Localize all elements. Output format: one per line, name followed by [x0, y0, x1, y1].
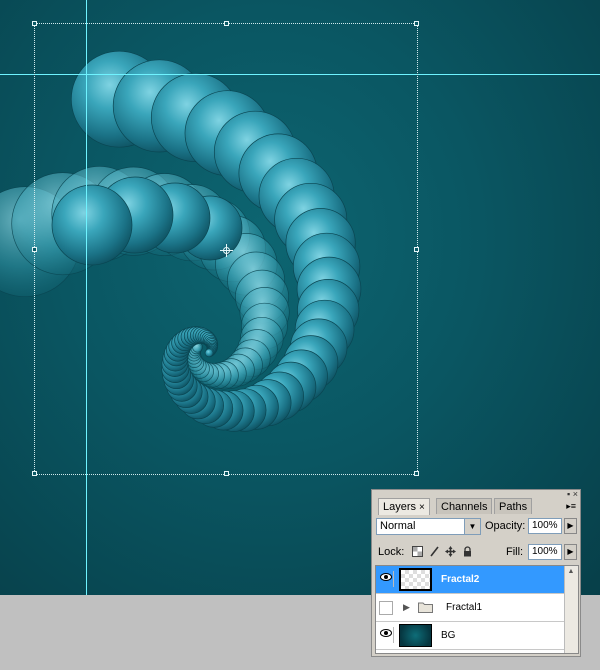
chevron-down-icon[interactable]: ▼: [464, 519, 480, 534]
brush-icon[interactable]: [428, 546, 440, 558]
opacity-input[interactable]: 100%: [528, 518, 562, 534]
handle-bottom-center[interactable]: [224, 471, 229, 476]
tab-paths[interactable]: Paths: [494, 498, 533, 514]
folder-icon: [418, 601, 433, 616]
handle-top-left[interactable]: [32, 21, 37, 26]
pivot-point-icon[interactable]: [220, 244, 233, 257]
handle-bottom-left[interactable]: [32, 471, 37, 476]
panel-tabs: Layers × Channels Paths: [376, 498, 578, 515]
fill-label: Fill:: [506, 546, 524, 558]
close-icon[interactable]: ×: [419, 502, 425, 513]
layer-thumbnail: [399, 624, 432, 647]
tab-channels-label: Channels: [441, 501, 488, 513]
panel-window-buttons[interactable]: ▪ ×: [567, 490, 578, 499]
handle-middle-right[interactable]: [414, 247, 419, 252]
layer-row-fractal1[interactable]: ▶ Fractal1: [376, 594, 566, 622]
layers-list: Fractal2 ▶ Fractal1 BG ▲: [375, 565, 579, 654]
layer-name[interactable]: Fractal1: [446, 594, 482, 621]
lock-label: Lock:: [378, 546, 405, 558]
handle-middle-left[interactable]: [32, 247, 37, 252]
opacity-label: Opacity:: [485, 520, 526, 532]
eye-toggle-empty[interactable]: [379, 601, 393, 615]
layers-panel: ▪ × Layers × Channels Paths ▸≡ Normal ▼ O…: [371, 489, 581, 657]
handle-top-right[interactable]: [414, 21, 419, 26]
tab-channels[interactable]: Channels: [436, 498, 493, 514]
lock-fill-row: Lock: Fill: 100% ▶: [376, 544, 578, 562]
handle-top-center[interactable]: [224, 21, 229, 26]
blend-opacity-row: Normal ▼ Opacity: 100% ▶: [376, 518, 578, 536]
tab-paths-label: Paths: [499, 501, 528, 513]
tab-layers-label: Layers: [383, 501, 417, 513]
fill-spinner[interactable]: ▶: [564, 544, 577, 560]
triangle-right-icon: ▶: [567, 547, 574, 556]
triangle-right-icon: ▶: [567, 521, 574, 530]
layer-thumbnail: [399, 568, 432, 591]
eye-icon[interactable]: [378, 571, 394, 587]
layers-scrollbar[interactable]: ▲: [564, 566, 578, 653]
scroll-up-icon[interactable]: ▲: [565, 566, 577, 578]
triangle-right-icon[interactable]: ▶: [403, 602, 410, 613]
panel-menu-button[interactable]: ▸≡: [566, 501, 576, 512]
fill-input[interactable]: 100%: [528, 544, 562, 560]
tab-layers[interactable]: Layers ×: [378, 498, 430, 515]
eye-icon[interactable]: [378, 627, 394, 643]
opacity-spinner[interactable]: ▶: [564, 518, 577, 534]
layer-name[interactable]: Fractal2: [441, 566, 479, 593]
layer-row-fractal2[interactable]: Fractal2: [376, 566, 566, 594]
layer-name[interactable]: BG: [441, 622, 455, 649]
panel-title-bar[interactable]: ▪ ×: [372, 490, 580, 499]
padlock-icon[interactable]: [461, 546, 473, 558]
handle-bottom-right[interactable]: [414, 471, 419, 476]
layer-row-bg[interactable]: BG: [376, 622, 566, 650]
lock-transparent-icon[interactable]: [411, 546, 423, 558]
blend-mode-select[interactable]: Normal ▼: [376, 518, 481, 535]
blend-mode-value: Normal: [380, 520, 416, 532]
move-icon[interactable]: [444, 546, 456, 558]
